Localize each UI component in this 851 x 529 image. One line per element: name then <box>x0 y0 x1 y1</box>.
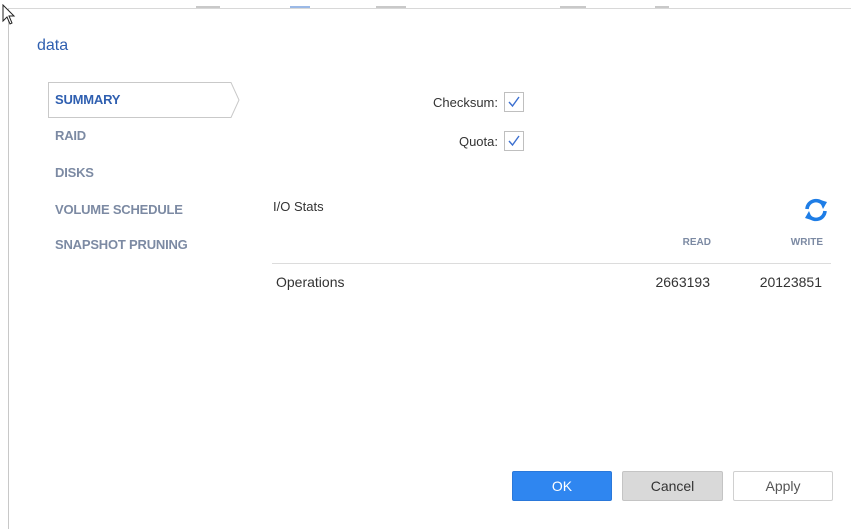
column-header-read: READ <box>682 237 711 248</box>
mouse-cursor-icon <box>2 4 16 25</box>
checksum-row: Checksum: <box>410 92 524 114</box>
quota-row: Quota: <box>430 131 524 153</box>
ok-button[interactable]: OK <box>512 471 612 501</box>
table-divider <box>272 263 831 264</box>
checksum-label: Checksum: <box>432 95 498 110</box>
sidebar-item-summary[interactable]: SUMMARY <box>55 92 120 107</box>
sidebar-item-snapshot-pruning[interactable]: SNAPSHOT PRUNING <box>55 237 188 252</box>
column-header-write: WRITE <box>790 237 823 248</box>
checksum-checkbox[interactable] <box>504 92 524 112</box>
table-cell-write: 20123851 <box>759 274 822 290</box>
refresh-icon[interactable] <box>802 196 830 224</box>
quota-checkbox[interactable] <box>504 131 524 151</box>
table-row-label: Operations <box>276 274 345 290</box>
top-strip <box>290 6 310 8</box>
table-cell-read: 2663193 <box>655 274 710 290</box>
sidebar-item-volume-schedule[interactable]: VOLUME SCHEDULE <box>55 202 183 217</box>
checkmark-icon <box>508 135 520 147</box>
dialog-title: data <box>37 37 69 54</box>
top-strip <box>196 6 220 8</box>
quota-label: Quota: <box>458 134 498 149</box>
sidebar-item-raid[interactable]: RAID <box>55 128 86 143</box>
cancel-button[interactable]: Cancel <box>622 471 723 501</box>
top-strip <box>376 6 406 8</box>
checkmark-icon <box>508 96 520 108</box>
apply-button[interactable]: Apply <box>733 471 833 501</box>
sidebar-item-disks[interactable]: DISKS <box>55 165 94 180</box>
top-strip <box>560 6 586 8</box>
top-strip <box>655 6 669 8</box>
io-stats-title: I/O Stats <box>273 199 324 214</box>
